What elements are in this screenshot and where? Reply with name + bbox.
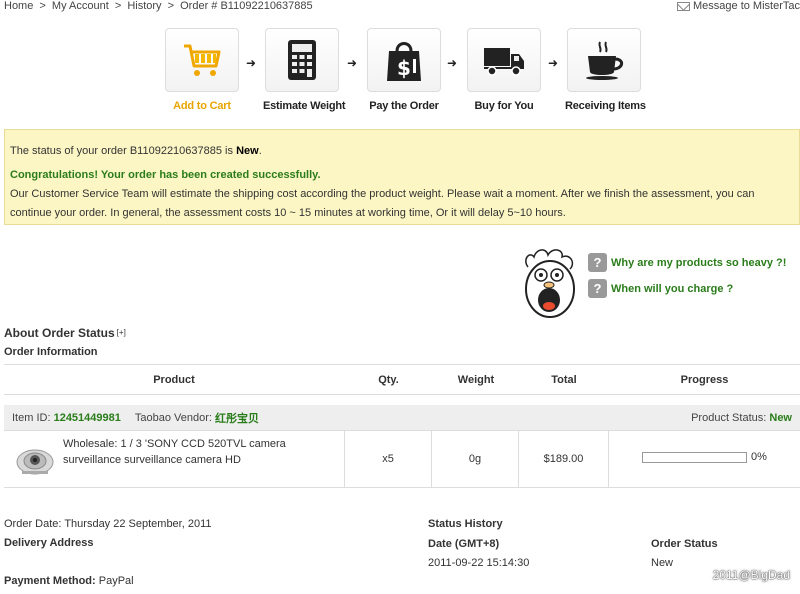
breadcrumb-order: Order # B11092210637885 [180, 0, 313, 12]
order-status-line: The status of your order B11092210637885… [10, 142, 794, 161]
order-items-table: Product Qty. Weight Total Progress [4, 364, 800, 395]
total-cell: $189.00 [519, 431, 609, 487]
step-estimate-weight: Estimate Weight [263, 28, 346, 112]
step-arrow: ➜ [246, 56, 257, 70]
weight-cell: 0g [432, 431, 519, 487]
breadcrumb-separator: > [167, 0, 175, 12]
order-date: Order Date: Thursday 22 September, 2011 [4, 518, 212, 530]
status-value: New [236, 145, 259, 157]
order-date-value: Thursday 22 September, 2011 [64, 518, 212, 530]
step-label: Receiving Items [565, 100, 646, 112]
vendor-label: Taobao Vendor: [134, 411, 212, 424]
about-order-status[interactable]: About Order Status [+] [4, 326, 126, 340]
status-history-date: 2011-09-22 15:14:30 [428, 557, 530, 569]
status-history-title: Status History [428, 518, 503, 530]
truck-icon [484, 48, 524, 76]
watermark: 2011@BigDad [712, 568, 790, 582]
breadcrumb-history[interactable]: History [127, 0, 161, 12]
message-link[interactable]: Message to MisterTac [677, 0, 800, 12]
payment-method-label: Payment Method: [4, 575, 99, 587]
product-name-link[interactable]: Wholesale: 1 / 3 'SONY CCD 520TVL camera… [63, 436, 323, 468]
breadcrumb-home[interactable]: Home [4, 0, 33, 12]
shopping-bag-icon: $ [387, 42, 421, 81]
payment-method: Payment Method: PayPal [4, 575, 134, 587]
product-cell: Wholesale: 1 / 3 'SONY CCD 520TVL camera… [4, 431, 345, 487]
payment-method-value: PayPal [98, 575, 134, 587]
breadcrumb-my-account[interactable]: My Account [52, 0, 109, 12]
status-prefix: The status of your order B11092210637885… [10, 145, 237, 157]
expand-toggle[interactable]: [+] [117, 328, 126, 337]
progress-indicator: 0% [642, 451, 767, 463]
col-progress: Progress [609, 364, 800, 395]
col-product: Product [4, 364, 344, 395]
faq-heavy-link[interactable]: ? Why are my products so heavy ?! [588, 253, 786, 272]
order-information-title: Order Information [4, 346, 98, 358]
step-pay-order: $ Pay the Order [365, 28, 443, 112]
breadcrumb: Home > My Account > History > Order # B1… [4, 0, 316, 12]
product-status-value: New [769, 411, 792, 424]
status-history-status-header: Order Status [651, 538, 718, 550]
status-suffix: . [258, 145, 262, 157]
order-date-label: Order Date: [4, 518, 65, 530]
col-total: Total [519, 364, 609, 395]
step-buy-for-you: Buy for You [465, 28, 543, 112]
step-add-to-cart: Add to Cart [163, 28, 241, 112]
cart-icon [184, 44, 221, 76]
message-link-label: Message to MisterTac [693, 0, 800, 12]
notice-body: Our Customer Service Team will estimate … [10, 188, 755, 219]
calculator-icon [288, 40, 316, 80]
breadcrumb-separator: > [39, 0, 46, 12]
question-icon: ? [588, 253, 607, 272]
step-label: Estimate Weight [263, 100, 346, 112]
item-id-label: Item ID: [12, 411, 51, 424]
product-status-label: Product Status: [691, 411, 767, 424]
about-order-status-label: About Order Status [4, 326, 115, 340]
status-history-status: New [651, 557, 674, 569]
item-info-bar: Item ID: 12451449981 Taobao Vendor: 红彤宝贝… [4, 405, 800, 431]
step-receiving-items: Receiving Items [565, 28, 646, 112]
delivery-address-label: Delivery Address [4, 537, 94, 549]
item-id-value[interactable]: 12451449981 [54, 412, 121, 424]
step-arrow: ➜ [447, 56, 458, 70]
scared-man-icon [525, 249, 575, 318]
qty-cell: x5 [345, 431, 432, 487]
congrats-message: Congratulations! Your order has been cre… [10, 169, 321, 181]
step-label: Add to Cart [173, 100, 231, 112]
faq-charge-link[interactable]: ? When will you charge ? [588, 279, 733, 298]
breadcrumb-separator: > [114, 0, 122, 12]
table-row: Wholesale: 1 / 3 'SONY CCD 520TVL camera… [4, 431, 800, 488]
envelope-icon [677, 1, 691, 11]
col-weight: Weight [433, 364, 519, 395]
step-label: Buy for You [474, 100, 534, 112]
step-arrow: ➜ [548, 56, 559, 70]
faq-heavy-label: Why are my products so heavy ?! [611, 256, 787, 269]
faq-charge-label: When will you charge ? [611, 282, 734, 295]
progress-text: 0% [751, 451, 767, 463]
svg-text:$: $ [397, 56, 411, 80]
product-thumbnail[interactable] [14, 443, 56, 477]
question-icon: ? [588, 279, 607, 298]
coffee-cup-icon [586, 41, 624, 80]
vendor-value[interactable]: 红彤宝贝 [215, 410, 259, 426]
step-arrow: ➜ [347, 56, 358, 70]
order-status-notice: The status of your order B11092210637885… [4, 129, 800, 225]
progress-bar [642, 451, 747, 463]
order-steps: Add to Cart ➜ Estimate Weight ➜ $ Pay th… [163, 28, 653, 118]
col-qty: Qty. [344, 364, 433, 395]
step-label: Pay the Order [369, 100, 439, 112]
status-history-date-header: Date (GMT+8) [428, 538, 500, 550]
